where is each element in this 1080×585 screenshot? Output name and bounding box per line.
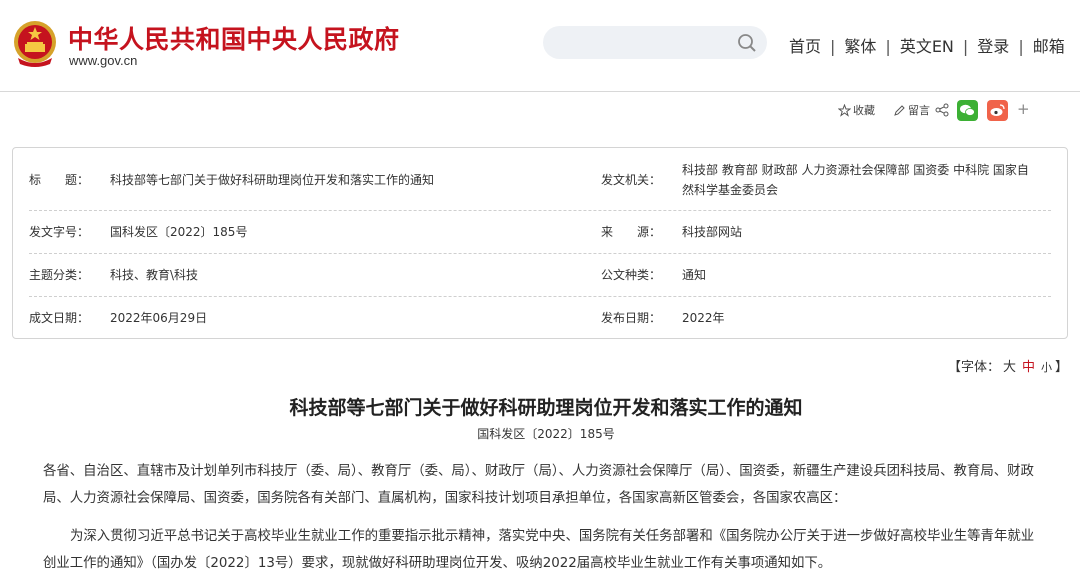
nav-separator: | [962, 37, 969, 56]
issuer-value-line2: 然科学基金委员会 [682, 183, 779, 197]
search-input[interactable] [543, 26, 767, 59]
row-divider [29, 210, 1051, 211]
star-icon [838, 103, 851, 117]
favorite-label: 收藏 [853, 104, 875, 117]
font-size-medium[interactable]: 中 [1022, 360, 1035, 375]
article-doc-number: 国科发区〔2022〕185号 [477, 427, 615, 441]
published-date-label: 发布日期： [601, 311, 662, 325]
doc-number-label: 发文字号： [29, 225, 90, 239]
article-paragraph: 各省、自治区、直辖市及计划单列市科技厅（委、局）、教育厅（委、局）、财政厅（局）… [43, 464, 1034, 506]
title-label: 标 题： [29, 173, 90, 187]
document-info-table: 标 题： 科技部等七部门关于做好科研助理岗位开发和落实工作的通知 发文机关： 科… [12, 147, 1068, 339]
site-url[interactable]: www.gov.cn [69, 53, 137, 68]
font-size-small[interactable]: 小 [1041, 361, 1052, 374]
comment-label: 留言 [908, 104, 930, 117]
nav-separator: | [1018, 37, 1024, 56]
article-paragraph: 为深入贯彻习近平总书记关于高校毕业生就业工作的重要指示批示精神，落实党中央、国务… [43, 529, 1035, 571]
national-emblem-icon[interactable] [12, 18, 58, 68]
row-divider [29, 253, 1051, 254]
title-value: 科技部等七部门关于做好科研助理岗位开发和落实工作的通知 [110, 173, 435, 187]
nav-mail[interactable]: 邮箱 [1033, 37, 1065, 56]
doc-number-value: 国科发区〔2022〕185号 [110, 225, 248, 239]
nav-traditional[interactable]: 繁体 [844, 37, 876, 56]
issuer-value-line1: 科技部 教育部 财政部 人力资源社会保障部 国资委 中科院 国家自 [682, 163, 1029, 177]
nav-separator: | [885, 37, 891, 56]
more-share-button[interactable]: + [1017, 100, 1030, 118]
favorite-button[interactable]: 收藏 [838, 102, 875, 118]
comment-button[interactable]: 留言 [893, 102, 930, 118]
site-name[interactable]: 中华人民共和国中央人民政府 [68, 20, 400, 56]
wechat-icon[interactable] [957, 100, 978, 121]
row-divider [29, 296, 1051, 297]
share-icon[interactable] [935, 103, 949, 117]
doctype-value: 通知 [682, 268, 707, 282]
header-divider [0, 91, 1080, 92]
site-header: 中华人民共和国中央人民政府 www.gov.cn 首页 | 繁体 | 英文EN | 登录 | 邮… [0, 0, 1080, 91]
nav-english[interactable]: 英文EN [900, 37, 954, 56]
topic-value: 科技、教育\科技 [110, 268, 199, 282]
source-value: 科技部网站 [682, 225, 743, 239]
nav-login[interactable]: 登录 [977, 37, 1009, 56]
pen-icon [894, 104, 905, 116]
top-nav: 首页 | 繁体 | 英文EN | 登录 | 邮箱 [789, 33, 1065, 57]
created-date-label: 成文日期： [29, 311, 90, 325]
published-date-value: 2022年 [682, 311, 725, 325]
article-title: 科技部等七部门关于做好科研助理岗位开发和落实工作的通知 [289, 397, 803, 419]
created-date-value: 2022年06月29日 [110, 311, 208, 325]
search-icon[interactable] [737, 33, 757, 53]
font-size-prefix: 【字体： [948, 360, 1001, 375]
topic-label: 主题分类： [29, 268, 90, 282]
issuer-label: 发文机关： [601, 173, 662, 187]
doctype-label: 公文种类： [601, 268, 662, 282]
weibo-icon[interactable] [987, 100, 1008, 121]
font-size-control: 【字体：大中小】 [948, 356, 1068, 375]
source-label: 来 源： [601, 225, 662, 239]
nav-separator: | [830, 37, 836, 56]
font-size-large[interactable]: 大 [1003, 360, 1016, 375]
nav-home[interactable]: 首页 [789, 37, 821, 56]
font-size-suffix: 】 [1055, 360, 1069, 375]
